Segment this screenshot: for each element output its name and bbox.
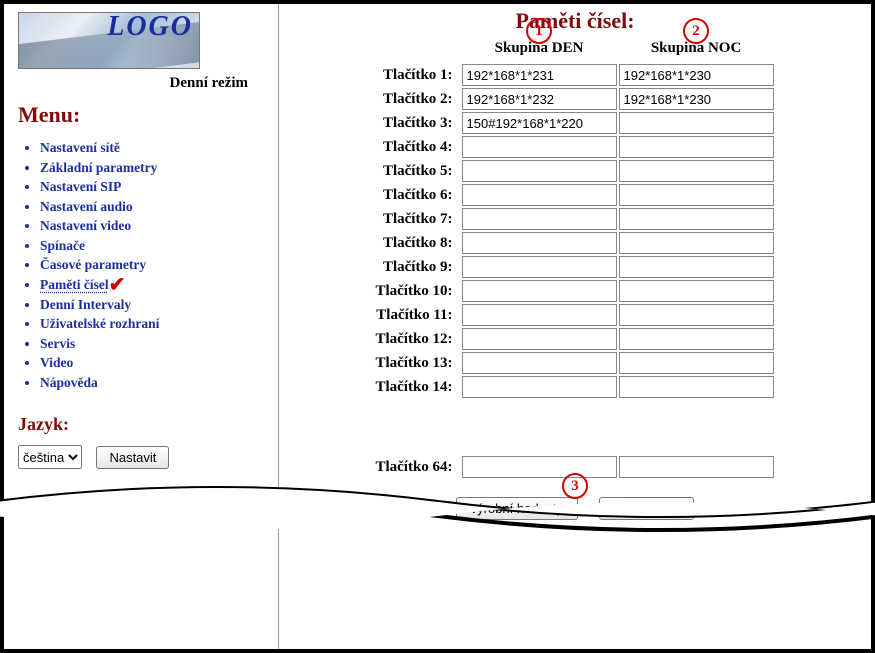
- day-input[interactable]: [462, 136, 617, 158]
- sidebar-item-11[interactable]: Video: [40, 353, 268, 373]
- table-row: Tlačítko 12:: [375, 327, 774, 351]
- day-input[interactable]: [462, 256, 617, 278]
- night-input[interactable]: [619, 160, 774, 182]
- table-row: Tlačítko 9:: [375, 255, 774, 279]
- sidebar-item-0[interactable]: Nastavení sítě: [40, 138, 268, 158]
- menu-heading: Menu:: [18, 102, 268, 128]
- callout-1: 1: [526, 18, 552, 44]
- day-input[interactable]: [462, 112, 617, 134]
- sidebar-item-2[interactable]: Nastavení SIP: [40, 177, 268, 197]
- row-label: Tlačítko 10:: [375, 279, 460, 303]
- sidebar-item-8[interactable]: Denní Intervaly: [40, 295, 268, 315]
- night-input[interactable]: [619, 256, 774, 278]
- row-label: Tlačítko 64:: [375, 455, 460, 479]
- day-input[interactable]: [462, 352, 617, 374]
- logo: LOGO: [18, 12, 200, 69]
- language-row: čeština Nastavit: [18, 445, 268, 469]
- language-heading: Jazyk:: [18, 414, 268, 435]
- night-input[interactable]: [619, 456, 774, 478]
- night-input[interactable]: [619, 208, 774, 230]
- defaults-button[interactable]: výrobní hodnoty: [456, 497, 579, 520]
- row-label: Tlačítko 9:: [375, 255, 460, 279]
- night-input[interactable]: [619, 232, 774, 254]
- sidebar-item-12[interactable]: Nápověda: [40, 373, 268, 393]
- day-input[interactable]: [462, 328, 617, 350]
- night-input[interactable]: [619, 280, 774, 302]
- col-day-header: 1 Skupina DEN: [461, 40, 618, 63]
- night-input[interactable]: [619, 88, 774, 110]
- day-input[interactable]: [462, 232, 617, 254]
- row-label: Tlačítko 5:: [375, 159, 460, 183]
- sidebar-item-5[interactable]: Spínače: [40, 236, 268, 256]
- row-label: Tlačítko 7:: [375, 207, 460, 231]
- table-row: Tlačítko 5:: [375, 159, 774, 183]
- action-buttons: 3 výrobní hodnoty ulož změny: [297, 497, 853, 520]
- language-set-button[interactable]: Nastavit: [96, 446, 169, 469]
- sidebar-item-9[interactable]: Uživatelské rozhraní: [40, 314, 268, 334]
- row-label: Tlačítko 3:: [375, 111, 460, 135]
- row-label: Tlačítko 4:: [375, 135, 460, 159]
- table-row: Tlačítko 13:: [375, 351, 774, 375]
- row-label: Tlačítko 14:: [375, 375, 460, 399]
- check-icon: ✔: [109, 271, 126, 300]
- day-input[interactable]: [462, 280, 617, 302]
- night-input[interactable]: [619, 328, 774, 350]
- table-row: Tlačítko 4:: [375, 135, 774, 159]
- night-input[interactable]: [619, 136, 774, 158]
- row-label: Tlačítko 13:: [375, 351, 460, 375]
- sidebar-item-6[interactable]: Časové parametry: [40, 255, 268, 275]
- sidebar-item-7[interactable]: Paměti čísel✔: [40, 275, 268, 295]
- numbers-table: 1 Skupina DEN 2 Skupina NOC Tlačítko 1:T…: [375, 40, 774, 399]
- sidebar-item-1[interactable]: Základní parametry: [40, 158, 268, 178]
- day-input[interactable]: [462, 456, 617, 478]
- menu-list: Nastavení sítěZákladní parametryNastaven…: [22, 138, 268, 392]
- table-row: Tlačítko 6:: [375, 183, 774, 207]
- day-input[interactable]: [462, 304, 617, 326]
- night-input[interactable]: [619, 184, 774, 206]
- sidebar-item-4[interactable]: Nastavení video: [40, 216, 268, 236]
- row-label: Tlačítko 6:: [375, 183, 460, 207]
- day-input[interactable]: [462, 376, 617, 398]
- night-input[interactable]: [619, 112, 774, 134]
- language-select[interactable]: čeština: [18, 445, 82, 469]
- row-label: Tlačítko 8:: [375, 231, 460, 255]
- day-input[interactable]: [462, 208, 617, 230]
- col-night-header: 2 Skupina NOC: [618, 40, 775, 63]
- night-input[interactable]: [619, 304, 774, 326]
- day-input[interactable]: [462, 88, 617, 110]
- day-input[interactable]: [462, 160, 617, 182]
- table-row: Tlačítko 8:: [375, 231, 774, 255]
- logo-text: LOGO: [107, 12, 193, 43]
- page-title: Paměti čísel:: [297, 8, 853, 34]
- callout-3: 3: [562, 473, 588, 499]
- row-label: Tlačítko 11:: [375, 303, 460, 327]
- table-row: Tlačítko 10:: [375, 279, 774, 303]
- row-label: Tlačítko 2:: [375, 87, 460, 111]
- day-input[interactable]: [462, 64, 617, 86]
- night-input[interactable]: [619, 376, 774, 398]
- main-panel: Paměti čísel: 1 Skupina DEN 2 Skupina NO…: [279, 4, 871, 649]
- table-row: Tlačítko 7:: [375, 207, 774, 231]
- day-input[interactable]: [462, 184, 617, 206]
- sidebar-item-10[interactable]: Servis: [40, 334, 268, 354]
- save-button[interactable]: ulož změny: [599, 497, 695, 520]
- night-input[interactable]: [619, 352, 774, 374]
- table-row: Tlačítko 1:: [375, 63, 774, 87]
- table-row: Tlačítko 11:: [375, 303, 774, 327]
- sidebar: LOGO Denní režim Menu: Nastavení sítěZák…: [4, 4, 279, 649]
- sidebar-item-3[interactable]: Nastavení audio: [40, 197, 268, 217]
- table-row: Tlačítko 2:: [375, 87, 774, 111]
- night-input[interactable]: [619, 64, 774, 86]
- mode-label: Denní režim: [18, 75, 248, 92]
- table-row: Tlačítko 14:: [375, 375, 774, 399]
- table-row: Tlačítko 3:: [375, 111, 774, 135]
- row-label: Tlačítko 12:: [375, 327, 460, 351]
- callout-2: 2: [683, 18, 709, 44]
- row-label: Tlačítko 1:: [375, 63, 460, 87]
